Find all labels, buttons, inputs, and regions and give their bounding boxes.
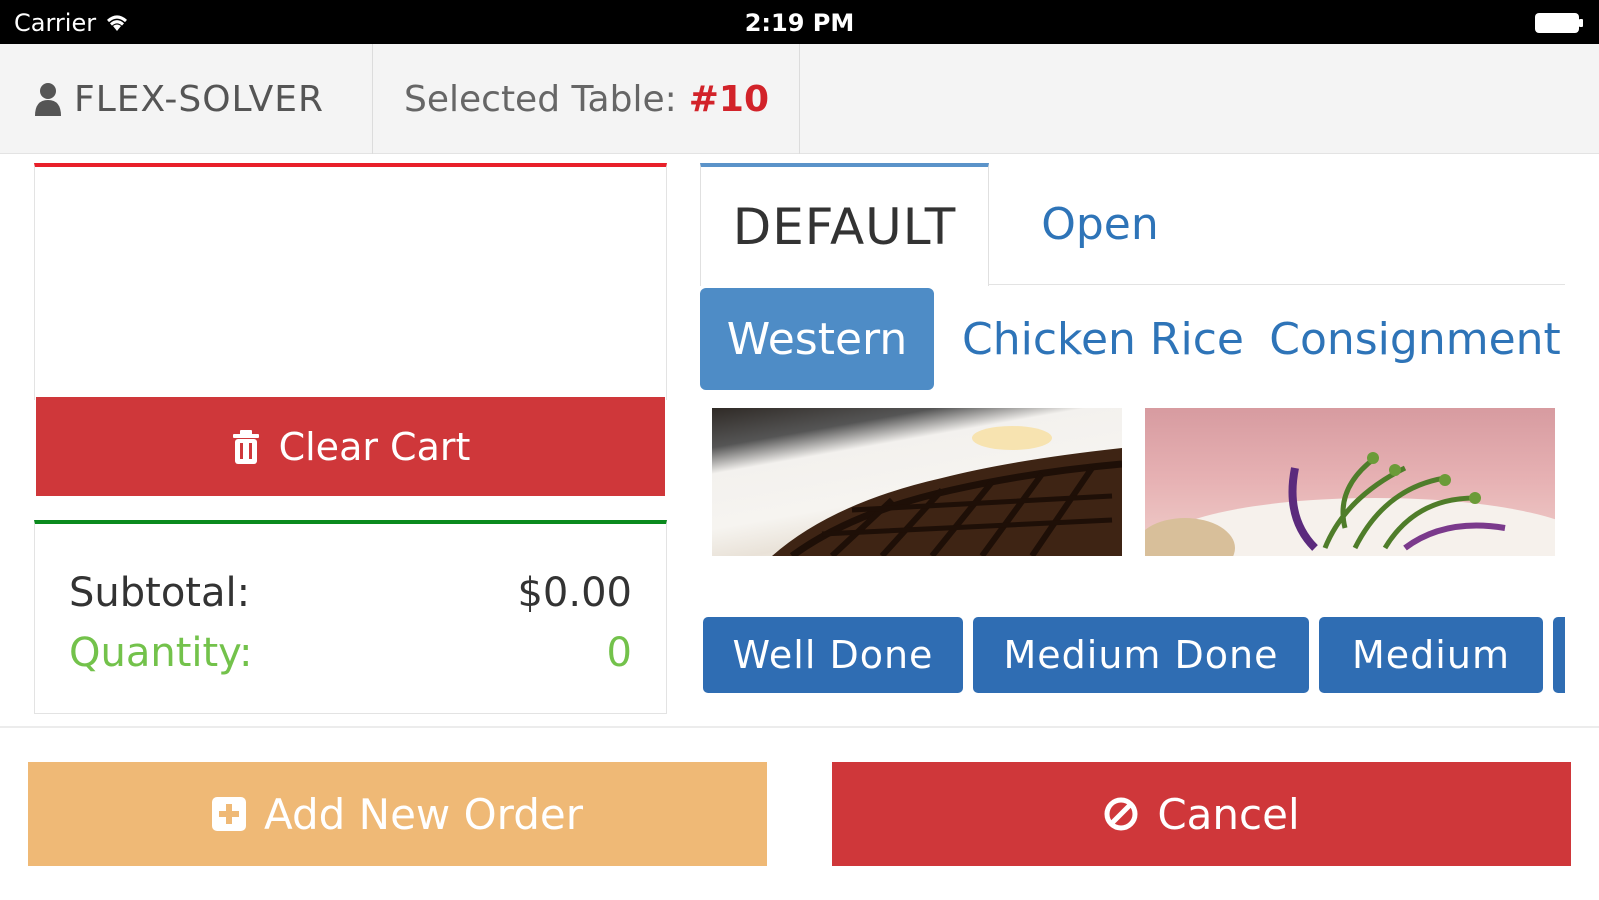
category-western[interactable]: Western [700, 288, 934, 390]
modifier-buttons: Well Done Medium Done Medium [703, 617, 1565, 693]
cart-totals: Subtotal: $0.00 Quantity: 0 [34, 520, 667, 714]
steak-image [772, 426, 1122, 556]
category-chicken-rice[interactable]: Chicken Rice [948, 288, 1258, 390]
top-bar: FLEX-SOLVER Selected Table: #10 [0, 44, 1599, 154]
menu-tabs: DEFAULT Open [700, 163, 1565, 286]
cart-items-panel [34, 163, 667, 400]
selected-table-number: #10 [688, 78, 769, 120]
status-bar: Carrier 2:19 PM [0, 0, 1599, 44]
quantity-value: 0 [606, 630, 632, 676]
battery-icon [1535, 13, 1583, 33]
clock: 2:19 PM [744, 9, 855, 37]
salad-image [1145, 452, 1555, 556]
modifier-well-done[interactable]: Well Done [703, 617, 963, 693]
modifier-more[interactable] [1553, 617, 1565, 693]
category-tabs: Western Chicken Rice Consignment [700, 288, 1565, 390]
user-section[interactable]: FLEX-SOLVER [0, 44, 373, 154]
selected-table-label: Selected Table: [404, 78, 677, 120]
trash-icon [232, 429, 259, 464]
category-consignment[interactable]: Consignment [1269, 288, 1561, 390]
menu-item-salad[interactable] [1145, 408, 1555, 556]
modifier-medium-done[interactable]: Medium Done [973, 617, 1309, 693]
user-icon [35, 83, 61, 116]
selected-table: Selected Table: #10 [374, 44, 800, 154]
ban-icon [1104, 797, 1138, 831]
subtotal-value: $0.00 [517, 570, 632, 616]
quantity-label: Quantity: [69, 630, 253, 676]
clear-cart-button[interactable]: Clear Cart [36, 397, 665, 496]
cancel-label: Cancel [1157, 789, 1300, 839]
tab-open[interactable]: Open [1010, 163, 1190, 285]
user-name: FLEX-SOLVER [74, 78, 325, 120]
tab-default[interactable]: DEFAULT [700, 163, 989, 286]
modifier-medium[interactable]: Medium [1319, 617, 1543, 693]
add-new-order-label: Add New Order [264, 789, 583, 839]
menu-item-steak[interactable] [712, 408, 1122, 556]
subtotal-label: Subtotal: [69, 570, 251, 616]
footer-divider [0, 726, 1599, 728]
add-new-order-button[interactable]: Add New Order [28, 762, 767, 866]
quantity-row: Quantity: 0 [69, 630, 632, 676]
clear-cart-label: Clear Cart [278, 424, 471, 469]
cancel-button[interactable]: Cancel [832, 762, 1571, 866]
subtotal-row: Subtotal: $0.00 [69, 570, 632, 616]
plus-square-icon [212, 797, 246, 831]
